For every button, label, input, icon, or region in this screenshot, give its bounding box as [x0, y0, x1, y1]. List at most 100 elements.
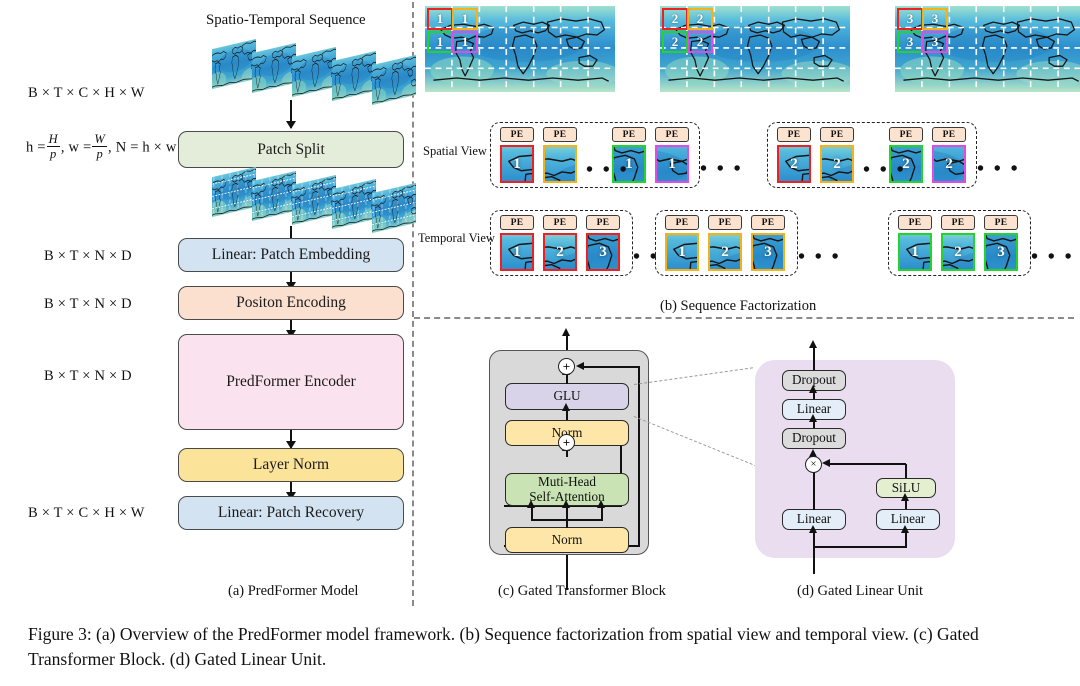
- world-map-thumbnail: [292, 174, 336, 226]
- spatial-token[interactable]: [543, 145, 577, 183]
- pe-badge: PE: [889, 127, 923, 142]
- temporal-token[interactable]: 3: [751, 233, 785, 271]
- world-map-thumbnail: [252, 42, 296, 94]
- temporal-token[interactable]: 2: [543, 233, 577, 271]
- glu-gate-rail: [905, 464, 907, 478]
- figure-caption: Figure 3: (a) Overview of the PredFormer…: [28, 624, 979, 669]
- leader-line-bottom: [633, 416, 762, 469]
- patched-frame-thumb: [372, 182, 416, 234]
- ellipsis: • • •: [863, 159, 907, 181]
- world-map-thumbnail: [332, 50, 376, 102]
- world-map-frame: 2222: [660, 6, 850, 92]
- patch-formula-h-num: H: [46, 132, 60, 147]
- shape-output: B × T × C × H × W: [28, 505, 145, 521]
- world-map-thumbnail: [372, 182, 416, 234]
- token-index-label: 2: [902, 155, 910, 172]
- temporal-token[interactable]: 1: [898, 233, 932, 271]
- ellipsis: • • •: [1031, 246, 1075, 268]
- spatial-token[interactable]: 1: [500, 145, 534, 183]
- token-map-thumbnail: [545, 147, 575, 181]
- pe-badge: PE: [941, 215, 975, 230]
- spatial-token[interactable]: 1: [655, 145, 689, 183]
- gtb-qkv-stem: [566, 519, 568, 528]
- gtb-add-node-bottom-symbol: +: [562, 435, 571, 450]
- gtb-block-norm-lower-label: Norm: [551, 531, 583, 547]
- pe-badge: PE: [751, 215, 785, 230]
- temporal-token[interactable]: 3: [586, 233, 620, 271]
- ellipsis: • • •: [700, 158, 744, 180]
- pe-badge: PE: [500, 215, 534, 230]
- world-map-thumbnail: [212, 38, 256, 90]
- input-frame-strip: [212, 38, 416, 106]
- patched-frame-strip: [212, 166, 416, 234]
- map-patch-box-green: 2: [662, 31, 688, 53]
- glu-multiply-symbol: ×: [810, 458, 817, 470]
- block-linear-patch-embedding[interactable]: Linear: Patch Embedding: [178, 238, 404, 272]
- temporal-token[interactable]: 2: [941, 233, 975, 271]
- patch-formula: h = Hp, w = Wp, N = h × w: [26, 132, 177, 162]
- gtb-residual-arrow-1: [576, 362, 640, 370]
- map-patch-box-red: 2: [662, 8, 688, 30]
- patched-frame-thumb: [292, 174, 336, 226]
- temporal-token[interactable]: 2: [708, 233, 742, 271]
- map-patch-box-magenta: 1: [452, 31, 478, 53]
- map-patch-box-orange: 3: [922, 8, 948, 30]
- gtb-arrow-mhsa-up: [562, 443, 570, 457]
- block-patch-split[interactable]: Patch Split: [178, 131, 404, 168]
- patched-frame-thumb: [212, 166, 256, 218]
- token-index-label: 2: [721, 243, 729, 260]
- block-linear-patch-recovery[interactable]: Linear: Patch Recovery: [178, 496, 404, 530]
- horizontal-divider: [414, 317, 1074, 319]
- token-index-label: 1: [678, 243, 686, 260]
- gtb-qkv-arrow-q: [527, 500, 535, 520]
- arrow-encoder-to-layernorm: [286, 430, 296, 449]
- block-positon-encoding-label: Positon Encoding: [236, 294, 346, 312]
- gtb-qkv-arrow-k: [562, 500, 570, 520]
- spatial-token[interactable]: 2: [932, 145, 966, 183]
- patch-formula-h-den: p: [50, 146, 57, 161]
- glu-output-arrow: [809, 340, 817, 370]
- gtb-add-node-top-symbol: +: [562, 359, 571, 374]
- token-index-label: 2: [790, 155, 798, 172]
- glu-block-dropout-mid[interactable]: Dropout: [782, 428, 846, 449]
- patch-formula-suffix: , N = h × w: [108, 139, 177, 156]
- block-predformer-encoder[interactable]: PredFormer Encoder: [178, 334, 404, 430]
- patch-formula-w-den: p: [96, 146, 103, 161]
- input-frame-thumb: [212, 38, 256, 90]
- token-index-label: 1: [911, 243, 919, 260]
- block-layer-norm[interactable]: Layer Norm: [178, 448, 404, 482]
- token-index-label: 2: [945, 155, 953, 172]
- glu-block-dropout-mid-label: Dropout: [792, 430, 836, 446]
- patched-frame-thumb: [252, 170, 296, 222]
- temporal-token[interactable]: 1: [500, 233, 534, 271]
- gtb-arrow-glu-up: [562, 367, 570, 384]
- input-frame-thumb: [252, 42, 296, 94]
- pe-badge: PE: [898, 215, 932, 230]
- map-patch-box-green: 3: [897, 31, 923, 53]
- glu-input-bus: [813, 546, 907, 548]
- input-frame-thumb: [332, 50, 376, 102]
- gated-transformer-block-container: [489, 350, 649, 555]
- input-frame-thumb: [292, 46, 336, 98]
- pe-badge: PE: [543, 127, 577, 142]
- block-predformer-encoder-label: PredFormer Encoder: [226, 373, 356, 391]
- gtb-residual-rail-1: [638, 367, 640, 547]
- pe-badge: PE: [932, 127, 966, 142]
- token-index-label: 1: [625, 155, 633, 172]
- pe-badge: PE: [665, 215, 699, 230]
- pe-badge: PE: [708, 215, 742, 230]
- temporal-token[interactable]: 1: [665, 233, 699, 271]
- patch-formula-h-frac: Hp: [46, 132, 60, 161]
- map-patch-box-magenta: 3: [922, 31, 948, 53]
- spatial-token[interactable]: 2: [777, 145, 811, 183]
- gtb-block-norm-lower[interactable]: Norm: [505, 527, 629, 553]
- leader-line-top: [634, 367, 753, 385]
- glu-value-line: [813, 472, 815, 510]
- pe-badge: PE: [500, 127, 534, 142]
- block-positon-encoding[interactable]: Positon Encoding: [178, 286, 404, 320]
- token-index-label: 1: [513, 155, 521, 172]
- token-index-label: 3: [997, 243, 1005, 260]
- input-frame-thumb: [372, 54, 416, 106]
- temporal-token[interactable]: 3: [984, 233, 1018, 271]
- spatial-token[interactable]: 2: [820, 145, 854, 183]
